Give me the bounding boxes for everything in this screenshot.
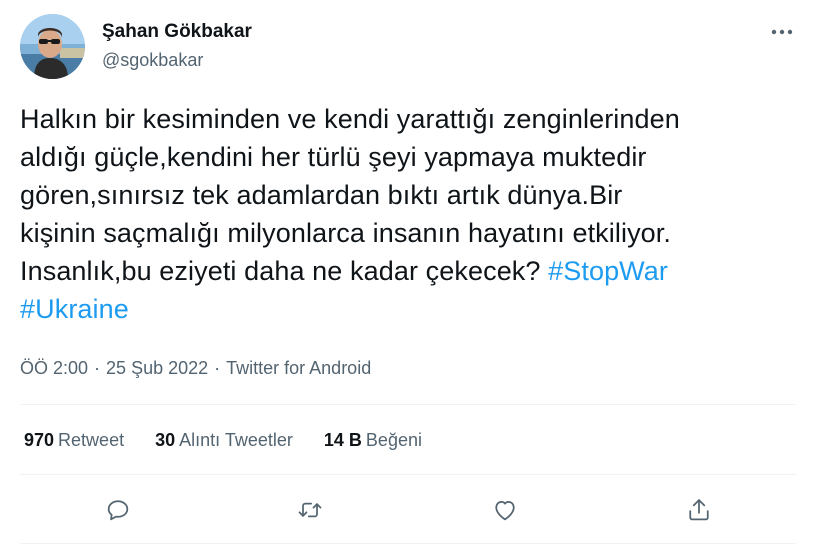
divider [20, 404, 796, 405]
reply-icon [107, 500, 129, 521]
share-icon [689, 499, 709, 521]
retweets-stat[interactable]: 970 Retweet [24, 428, 124, 452]
meta-separator: · [94, 358, 101, 378]
tweet-text-line: #Ukraine [20, 290, 800, 328]
divider [20, 474, 796, 475]
tweet-text-segment: Insanlık,bu eziyeti daha ne kadar çekece… [20, 256, 549, 286]
more-options-button[interactable] [768, 20, 796, 44]
tweet-time[interactable]: ÖÖ 2:00 [20, 358, 88, 378]
divider [20, 543, 796, 544]
meta-separator: · [214, 358, 221, 378]
tweet-card: Şahan Gökbakar @sgokbakar Halkın bir kes… [0, 0, 820, 556]
quote-tweets-stat[interactable]: 30 Alıntı Tweetler [155, 428, 293, 452]
more-horizontal-icon [771, 29, 793, 35]
tweet-text-line: aldığı güçle,kendini her türlü şeyi yapm… [20, 142, 647, 172]
likes-label: Beğeni [365, 430, 422, 450]
quote-tweets-label: Alıntı Tweetler [179, 430, 293, 450]
quote-tweets-count: 30 [155, 430, 176, 450]
tweet-text-line: Halkın bir kesiminden ve kendi yarattığı… [20, 104, 680, 134]
heart-icon [495, 500, 515, 521]
hashtag-ukraine[interactable]: #Ukraine [20, 294, 129, 324]
reply-button[interactable] [96, 488, 140, 532]
tweet-metadata: ÖÖ 2:00 · 25 Şub 2022 · Twitter for Android [20, 356, 371, 380]
like-button[interactable] [483, 488, 527, 532]
tweet-text-line-with-hashtag: Insanlık,bu eziyeti daha ne kadar çekece… [20, 252, 800, 290]
tweet-header: Şahan Gökbakar @sgokbakar [20, 14, 800, 80]
author-display-name[interactable]: Şahan Gökbakar [102, 20, 252, 44]
avatar-photo [20, 14, 85, 79]
likes-count: 14 B [323, 430, 362, 450]
retweets-label: Retweet [58, 430, 125, 450]
hashtag-stopwar[interactable]: #StopWar [548, 256, 668, 286]
tweet-stats: 970 Retweet 30 Alıntı Tweetler 14 B Beğeni [24, 428, 448, 452]
likes-stat[interactable]: 14 B Beğeni [324, 428, 422, 452]
tweet-text: Halkın bir kesiminden ve kendi yarattığı… [20, 100, 800, 328]
tweet-actions-bar [20, 488, 800, 532]
retweets-count: 970 [24, 430, 55, 450]
tweet-text-line: kişinin saçmalığı milyonlarca insanın ha… [20, 218, 671, 248]
retweet-icon [298, 502, 322, 518]
author-block: Şahan Gökbakar @sgokbakar [102, 20, 252, 72]
retweet-button[interactable] [288, 488, 332, 532]
avatar[interactable] [20, 14, 85, 79]
tweet-source[interactable]: Twitter for Android [226, 358, 371, 378]
share-button[interactable] [677, 488, 721, 532]
author-username[interactable]: @sgokbakar [102, 48, 252, 72]
tweet-date[interactable]: 25 Şub 2022 [106, 358, 208, 378]
tweet-text-line: gören,sınırsız tek adamlardan bıktı artı… [20, 180, 623, 210]
